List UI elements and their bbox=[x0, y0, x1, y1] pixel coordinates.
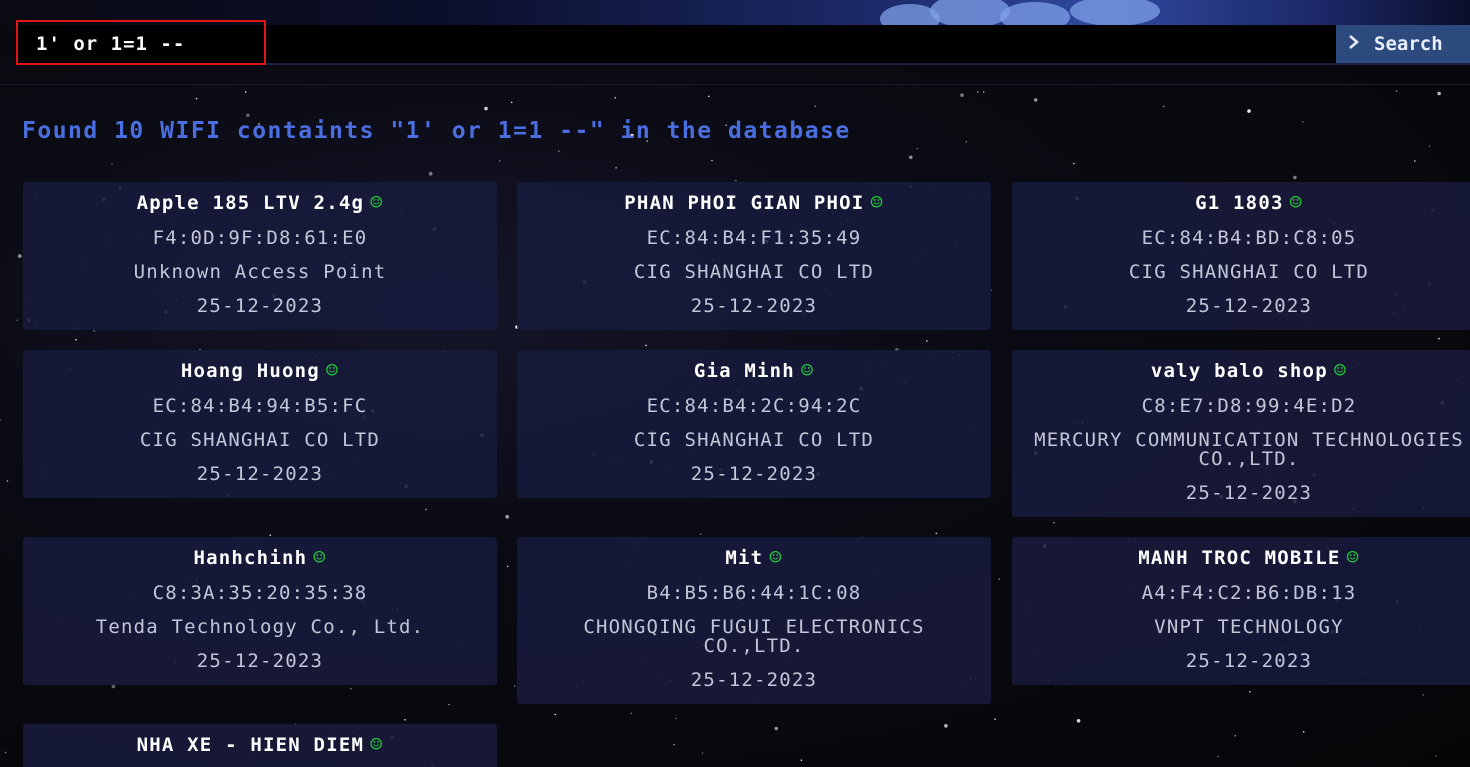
search-button[interactable]: Search bbox=[1336, 25, 1470, 63]
wifi-name: valy balo shop ☺ bbox=[1012, 358, 1470, 382]
wifi-vendor: Unknown Access Point bbox=[133, 261, 387, 283]
smile-icon: ☺ bbox=[870, 190, 884, 214]
wifi-mac: EC:84:B4:94:B5:FC bbox=[152, 395, 368, 417]
wifi-card: G1 1803 ☺ EC:84:B4:BD:C8:05 CIG SHANGHAI CO… bbox=[1012, 182, 1470, 330]
wifi-name: Gia Minh ☺ bbox=[517, 358, 991, 382]
wifi-vendor: VNPT TECHNOLOGY bbox=[1154, 616, 1344, 638]
wifi-name-text: Apple 185 LTV 2.4g bbox=[136, 192, 365, 214]
wifi-date: 25-12-2023 bbox=[690, 295, 818, 317]
results-title: Found 10 WIFI containts "1' or 1=1 --" i… bbox=[22, 118, 851, 144]
wifi-date: 25-12-2023 bbox=[196, 463, 324, 485]
wifi-mac: A4:F4:C2:B6:DB:13 bbox=[1141, 582, 1357, 604]
smile-icon: ☺ bbox=[313, 545, 327, 569]
wifi-card: NHA XE - HIEN DIEM ☺ bbox=[23, 724, 497, 767]
page: Search Found 10 WIFI containts "1' or 1=… bbox=[0, 0, 1470, 767]
wifi-date: 25-12-2023 bbox=[690, 669, 818, 691]
wifi-name-text: Hoang Huong bbox=[180, 360, 320, 382]
wifi-vendor: CIG SHANGHAI CO LTD bbox=[633, 261, 875, 283]
wifi-name-text: Gia Minh bbox=[693, 360, 795, 382]
wifi-vendor: MERCURY COMMUNICATION TECHNOLOGIES CO.,L… bbox=[1034, 429, 1464, 470]
wifi-name-text: NHA XE - HIEN DIEM bbox=[136, 734, 365, 756]
wifi-mac: EC:84:B4:2C:94:2C bbox=[646, 395, 862, 417]
wifi-name-text: Mit bbox=[725, 547, 764, 569]
smile-icon: ☺ bbox=[370, 732, 384, 756]
chevron-right-icon bbox=[1348, 33, 1360, 55]
smile-icon: ☺ bbox=[800, 358, 815, 382]
wifi-name: NHA XE - HIEN DIEM ☺ bbox=[23, 732, 497, 756]
header-banner-image bbox=[0, 0, 1470, 26]
smile-icon: ☺ bbox=[325, 358, 340, 382]
search-button-label: Search bbox=[1374, 33, 1443, 55]
wifi-date: 25-12-2023 bbox=[690, 463, 818, 485]
wifi-date: 25-12-2023 bbox=[196, 650, 324, 672]
wifi-name: Hoang Huong ☺ bbox=[23, 358, 497, 382]
smile-icon: ☺ bbox=[370, 190, 384, 214]
wifi-mac: EC:84:B4:F1:35:49 bbox=[646, 227, 862, 249]
wifi-name-text: MANH TROC MOBILE bbox=[1138, 547, 1341, 569]
wifi-mac: B4:B5:B6:44:1C:08 bbox=[646, 582, 862, 604]
wifi-vendor: CIG SHANGHAI CO LTD bbox=[139, 429, 381, 451]
wifi-date: 25-12-2023 bbox=[1185, 650, 1313, 672]
wifi-mac: C8:E7:D8:99:4E:D2 bbox=[1141, 395, 1357, 417]
smile-icon: ☺ bbox=[1346, 545, 1360, 569]
wifi-vendor: CHONGQING FUGUI ELECTRONICS CO.,LTD. bbox=[583, 616, 925, 657]
wifi-name: PHAN PHOI GIAN PHOI ☺ bbox=[517, 190, 991, 214]
wifi-vendor: CIG SHANGHAI CO LTD bbox=[633, 429, 875, 451]
wifi-vendor: Tenda Technology Co., Ltd. bbox=[95, 616, 425, 638]
wifi-name: MANH TROC MOBILE ☺ bbox=[1012, 545, 1470, 569]
wifi-name-text: G1 1803 bbox=[1195, 192, 1284, 214]
wifi-card: valy balo shop ☺ C8:E7:D8:99:4E:D2 MERCURY … bbox=[1012, 350, 1470, 517]
smile-icon: ☺ bbox=[1333, 358, 1348, 382]
smile-icon: ☺ bbox=[769, 545, 783, 569]
wifi-mac: F4:0D:9F:D8:61:E0 bbox=[152, 227, 368, 249]
wifi-date: 25-12-2023 bbox=[1185, 295, 1313, 317]
wifi-card: Apple 185 LTV 2.4g ☺ F4:0D:9F:D8:61:E0 Unkn… bbox=[23, 182, 497, 330]
wifi-vendor: CIG SHANGHAI CO LTD bbox=[1128, 261, 1370, 283]
wifi-name-text: PHAN PHOI GIAN PHOI bbox=[624, 192, 865, 214]
wifi-mac: C8:3A:35:20:35:38 bbox=[152, 582, 368, 604]
wifi-name: Apple 185 LTV 2.4g ☺ bbox=[23, 190, 497, 214]
wifi-name: G1 1803 ☺ bbox=[1012, 190, 1470, 214]
wifi-card: Hoang Huong ☺ EC:84:B4:94:B5:FC CIG SHANGHA… bbox=[23, 350, 497, 498]
search-input[interactable] bbox=[18, 25, 1336, 63]
divider bbox=[0, 84, 1470, 85]
wifi-name: Mit ☺ bbox=[517, 545, 991, 569]
wifi-name: Hanhchinh ☺ bbox=[23, 545, 497, 569]
wifi-card: Gia Minh ☺ EC:84:B4:2C:94:2C CIG SHANGHAI C… bbox=[517, 350, 991, 498]
wifi-card: Hanhchinh ☺ C8:3A:35:20:35:38 Tenda Technol… bbox=[23, 537, 497, 685]
wifi-card: MANH TROC MOBILE ☺ A4:F4:C2:B6:DB:13 VNPT T… bbox=[1012, 537, 1470, 685]
wifi-card: Mit ☺ B4:B5:B6:44:1C:08 CHONGQING FUGUI ELE… bbox=[517, 537, 991, 704]
search-bar: Search bbox=[18, 25, 1470, 65]
wifi-name-text: Hanhchinh bbox=[193, 547, 308, 569]
wifi-date: 25-12-2023 bbox=[196, 295, 324, 317]
wifi-name-text: valy balo shop bbox=[1150, 360, 1328, 382]
wifi-mac: EC:84:B4:BD:C8:05 bbox=[1141, 227, 1357, 249]
smile-icon: ☺ bbox=[1289, 190, 1303, 214]
wifi-card: PHAN PHOI GIAN PHOI ☺ EC:84:B4:F1:35:49 CIG… bbox=[517, 182, 991, 330]
wifi-date: 25-12-2023 bbox=[1185, 482, 1313, 504]
